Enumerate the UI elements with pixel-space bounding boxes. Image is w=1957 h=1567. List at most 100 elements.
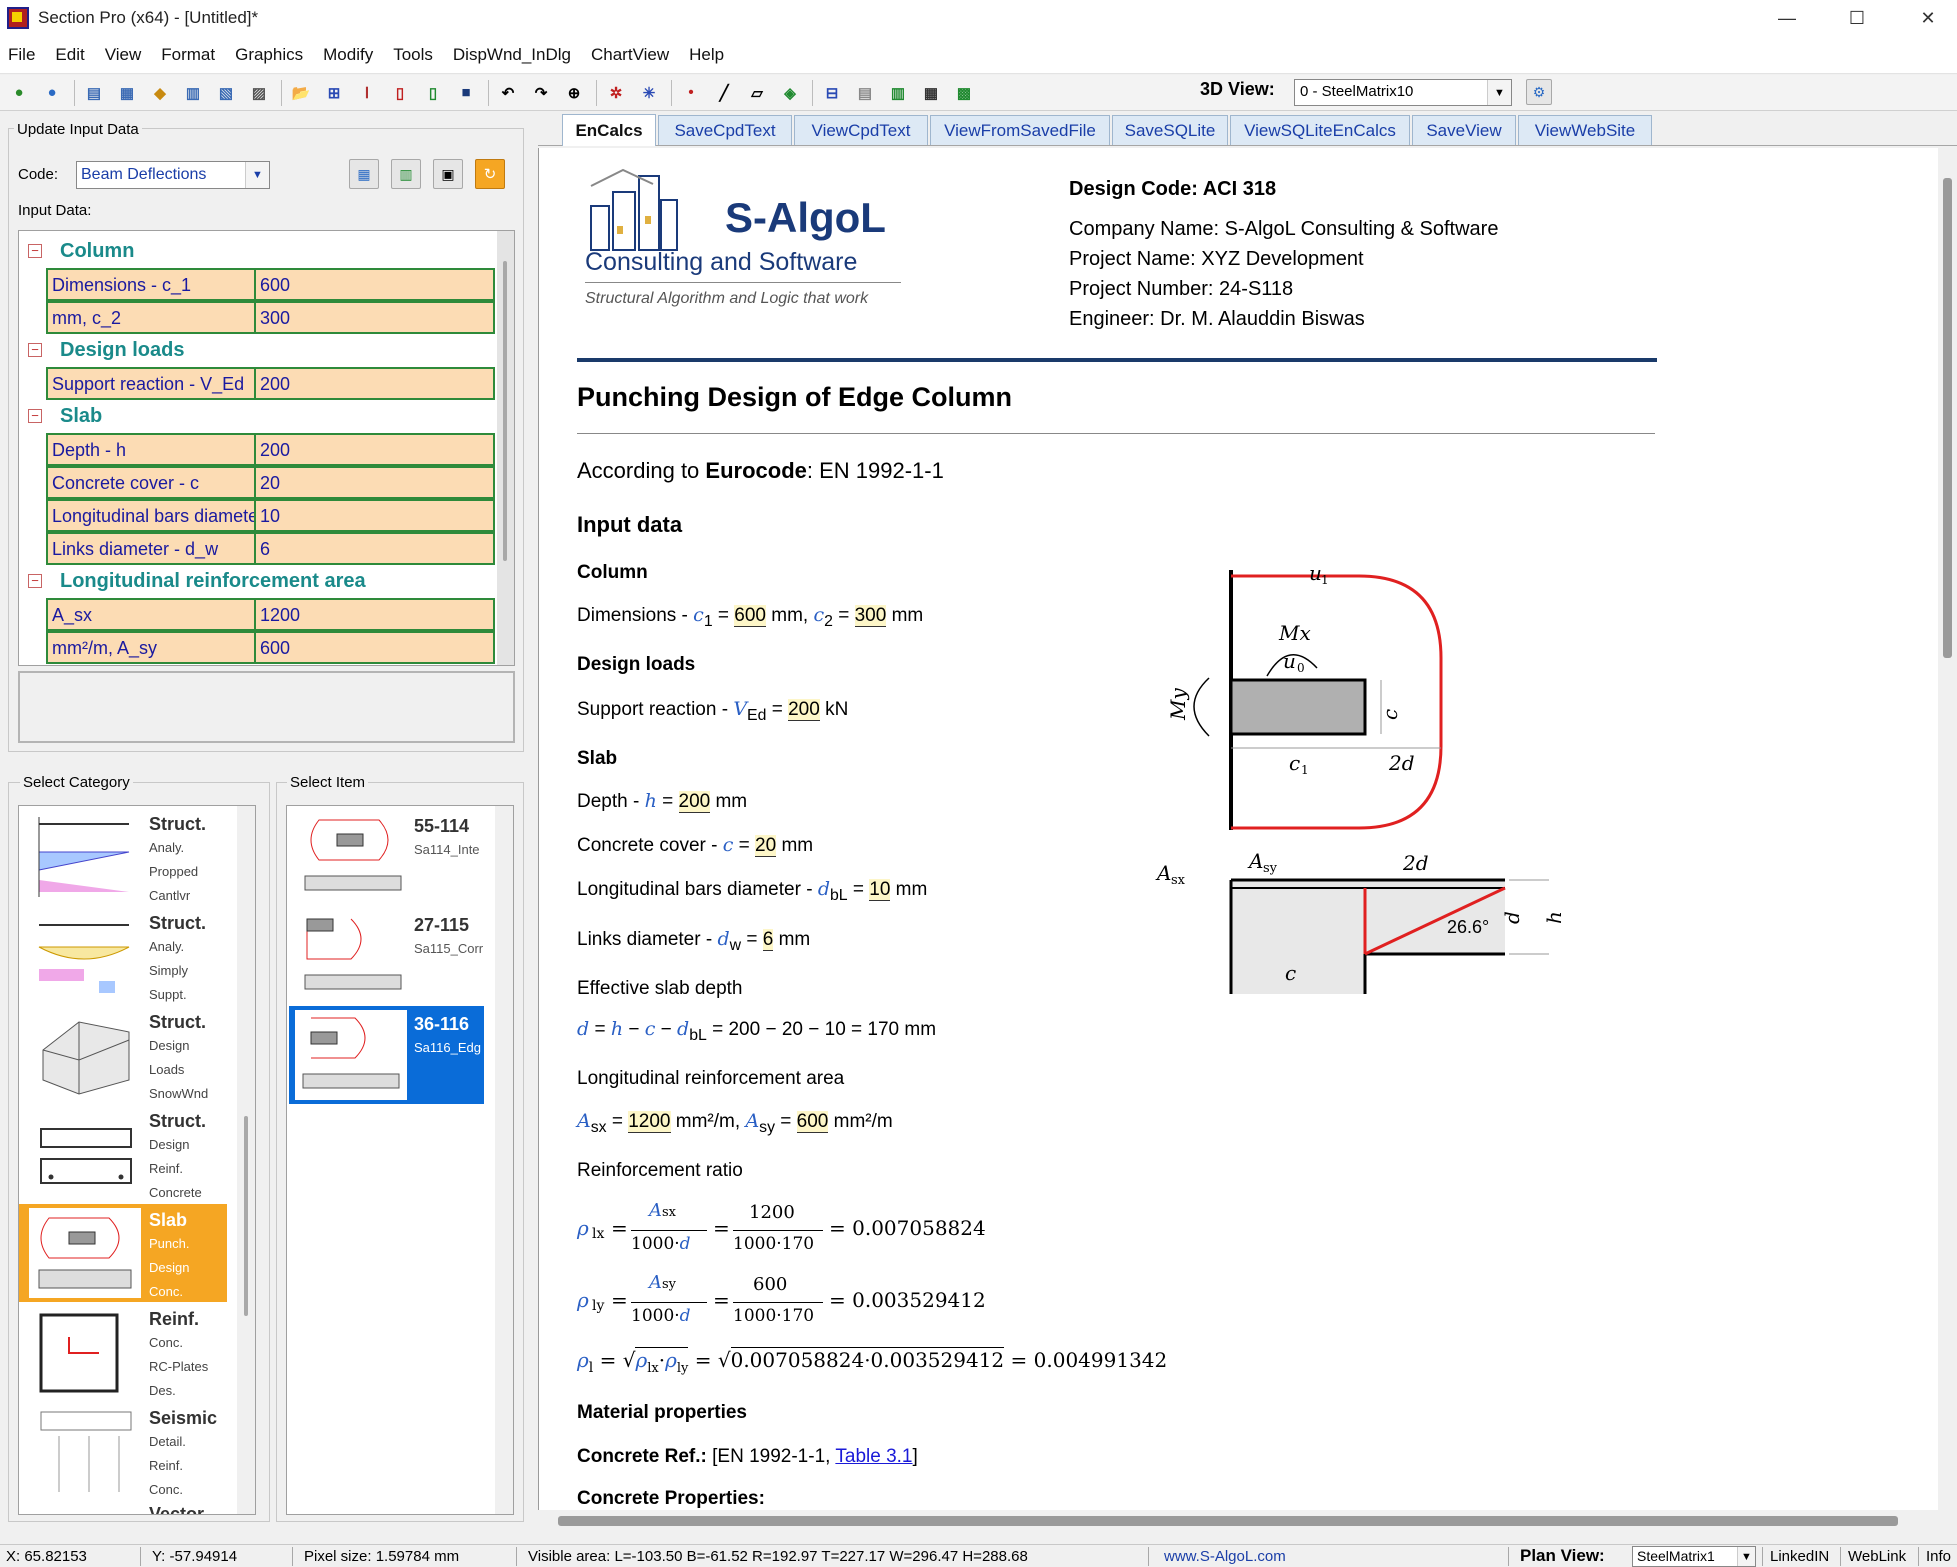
chevron-down-icon[interactable]: ▼ xyxy=(245,162,269,188)
table-copy-icon[interactable]: ▧ xyxy=(213,80,239,106)
menu-dispwnd[interactable]: DispWnd_InDlg xyxy=(453,45,571,65)
grid-settings-button[interactable]: ▦ xyxy=(349,159,379,189)
grid-scroll-thumb[interactable] xyxy=(503,261,507,561)
code-select[interactable]: Beam Deflections ▼ xyxy=(76,161,270,189)
chevron-down-icon[interactable]: ▼ xyxy=(1737,1547,1755,1566)
menu-graphics[interactable]: Graphics xyxy=(235,45,303,65)
globe-icon[interactable]: ● xyxy=(6,80,32,106)
grid-row[interactable]: A_sx 1200 xyxy=(46,598,495,631)
document-vscroll[interactable] xyxy=(1938,148,1957,1510)
grid-scrollbar[interactable] xyxy=(497,231,514,665)
prop-value[interactable]: 1200 xyxy=(256,600,493,629)
grid-row[interactable]: mm, c_2 300 xyxy=(46,301,495,334)
plan-view-select[interactable]: SteelMatrix1 ▼ xyxy=(1632,1546,1756,1567)
prop-value[interactable]: 20 xyxy=(256,468,493,497)
collapse-icon[interactable]: − xyxy=(28,574,42,588)
point-icon[interactable]: • xyxy=(678,80,704,106)
tab-savecpdtext[interactable]: SaveCpdText xyxy=(658,115,792,145)
table-refresh-icon[interactable]: ▥ xyxy=(180,80,206,106)
document-scroll-thumb[interactable] xyxy=(1943,178,1952,658)
grid-row[interactable]: Concrete cover - c 20 xyxy=(46,466,495,499)
zoom-icon[interactable]: ⊕ xyxy=(561,80,587,106)
line-icon[interactable]: ╱ xyxy=(711,80,737,106)
page-icon[interactable]: ▤ xyxy=(852,80,878,106)
item-entry[interactable]: 27-115 Sa115_Corr xyxy=(289,907,484,1005)
table-save-icon[interactable]: ▨ xyxy=(246,80,272,106)
collapse-icon[interactable]: − xyxy=(28,343,42,357)
table-3-1-link[interactable]: Table 3.1 xyxy=(835,1446,912,1467)
category-item-selected[interactable]: Slab Punch. Design Conc. xyxy=(19,1204,227,1302)
linkedin-link[interactable]: LinkedIN xyxy=(1770,1548,1829,1565)
sheet-icon[interactable]: ▥ xyxy=(885,80,911,106)
prop-value[interactable]: 6 xyxy=(256,534,493,563)
prop-value[interactable]: 200 xyxy=(256,435,493,464)
category-item[interactable]: Struct. Design Reinf. Concrete xyxy=(23,1105,223,1203)
category-scrollbar[interactable] xyxy=(237,806,255,1514)
menu-file[interactable]: File xyxy=(8,45,35,65)
grid-category-column[interactable]: − Column xyxy=(19,235,489,267)
undo-icon[interactable]: ↶ xyxy=(495,80,521,106)
prop-value[interactable]: 600 xyxy=(256,633,493,662)
grid-row[interactable]: Depth - h 200 xyxy=(46,433,495,466)
tab-viewsqliteencalcs[interactable]: ViewSQLiteEnCalcs xyxy=(1230,115,1410,145)
tab-viewcpdtext[interactable]: ViewCpdText xyxy=(794,115,928,145)
prop-value[interactable]: 200 xyxy=(256,369,493,398)
category-item[interactable]: Vector xyxy=(23,1501,223,1514)
chevron-down-icon[interactable]: ▼ xyxy=(1487,80,1511,105)
asx-value[interactable]: 1200 xyxy=(628,1111,671,1133)
minimize-button[interactable]: — xyxy=(1752,0,1822,36)
h-value[interactable]: 200 xyxy=(678,791,711,813)
node-icon[interactable]: ✲ xyxy=(603,80,629,106)
info-link[interactable]: Info xyxy=(1926,1548,1951,1565)
category-item[interactable]: Struct. Analy. Propped Cantlvr xyxy=(23,808,223,906)
tab-encalcs[interactable]: EnCalcs xyxy=(562,114,656,146)
menu-chartview[interactable]: ChartView xyxy=(591,45,669,65)
prop-value[interactable]: 600 xyxy=(256,270,493,299)
menu-view[interactable]: View xyxy=(105,45,142,65)
grid-row[interactable]: Links diameter - d_w 6 xyxy=(46,532,495,565)
status-website-link[interactable]: www.S-AlgoL.com xyxy=(1164,1548,1286,1565)
database-icon[interactable]: ◆ xyxy=(147,80,173,106)
grid-refresh-button[interactable]: ▥ xyxy=(391,159,421,189)
update-button[interactable]: ↻ xyxy=(475,159,505,189)
pdf-icon[interactable]: ▯ xyxy=(387,80,413,106)
dbl-value[interactable]: 10 xyxy=(869,879,891,901)
menu-tools[interactable]: Tools xyxy=(393,45,433,65)
shape-icon[interactable]: ◈ xyxy=(777,80,803,106)
menu-modify[interactable]: Modify xyxy=(323,45,373,65)
category-scroll-thumb[interactable] xyxy=(244,1116,248,1316)
item-entry-selected[interactable]: 36-116 Sa116_Edg xyxy=(289,1006,484,1104)
prop-value[interactable]: 300 xyxy=(256,303,493,332)
category-item[interactable]: Struct. Design Loads SnowWnd xyxy=(23,1006,223,1104)
c2-value[interactable]: 300 xyxy=(854,605,887,627)
grid-row[interactable]: Support reaction - V_Ed 200 xyxy=(46,367,495,400)
collapse-icon[interactable]: − xyxy=(28,244,42,258)
redo-icon[interactable]: ↷ xyxy=(528,80,554,106)
c-value[interactable]: 20 xyxy=(755,835,777,857)
menu-edit[interactable]: Edit xyxy=(55,45,84,65)
view3d-settings-button[interactable]: ⚙ xyxy=(1526,79,1552,105)
dw-value[interactable]: 6 xyxy=(762,929,774,951)
table-icon[interactable]: ▤ xyxy=(81,80,107,106)
category-item[interactable]: Struct. Analy. Simply Suppt. xyxy=(23,907,223,1005)
im-icon[interactable]: Ⅰ xyxy=(354,80,380,106)
globe-search-icon[interactable]: ● xyxy=(39,80,65,106)
chart-icon[interactable]: ▩ xyxy=(951,80,977,106)
menu-help[interactable]: Help xyxy=(689,45,724,65)
document-hscroll-thumb[interactable] xyxy=(558,1516,1898,1526)
tab-savesqlite[interactable]: SaveSQLite xyxy=(1112,115,1228,145)
polygon-icon[interactable]: ▱ xyxy=(744,80,770,106)
grid-row[interactable]: mm²/m, A_sy 600 xyxy=(46,631,495,664)
grid-category-reinforcement[interactable]: − Longitudinal reinforcement area xyxy=(19,565,489,597)
grid-icon[interactable]: ⊞ xyxy=(321,80,347,106)
grid-row[interactable]: Longitudinal bars diameter 10 xyxy=(46,499,495,532)
c1-value[interactable]: 600 xyxy=(734,605,766,627)
close-button[interactable]: ✕ xyxy=(1893,0,1957,36)
excel-icon[interactable]: ▯ xyxy=(420,80,446,106)
item-scrollbar[interactable] xyxy=(495,806,513,1514)
category-item[interactable]: Seismic Detail. Reinf. Conc. xyxy=(23,1402,223,1500)
document-hscroll[interactable] xyxy=(538,1510,1938,1532)
table-edit-icon[interactable]: ▦ xyxy=(114,80,140,106)
network-icon[interactable]: ⊟ xyxy=(819,80,845,106)
prop-value[interactable]: 10 xyxy=(256,501,493,530)
